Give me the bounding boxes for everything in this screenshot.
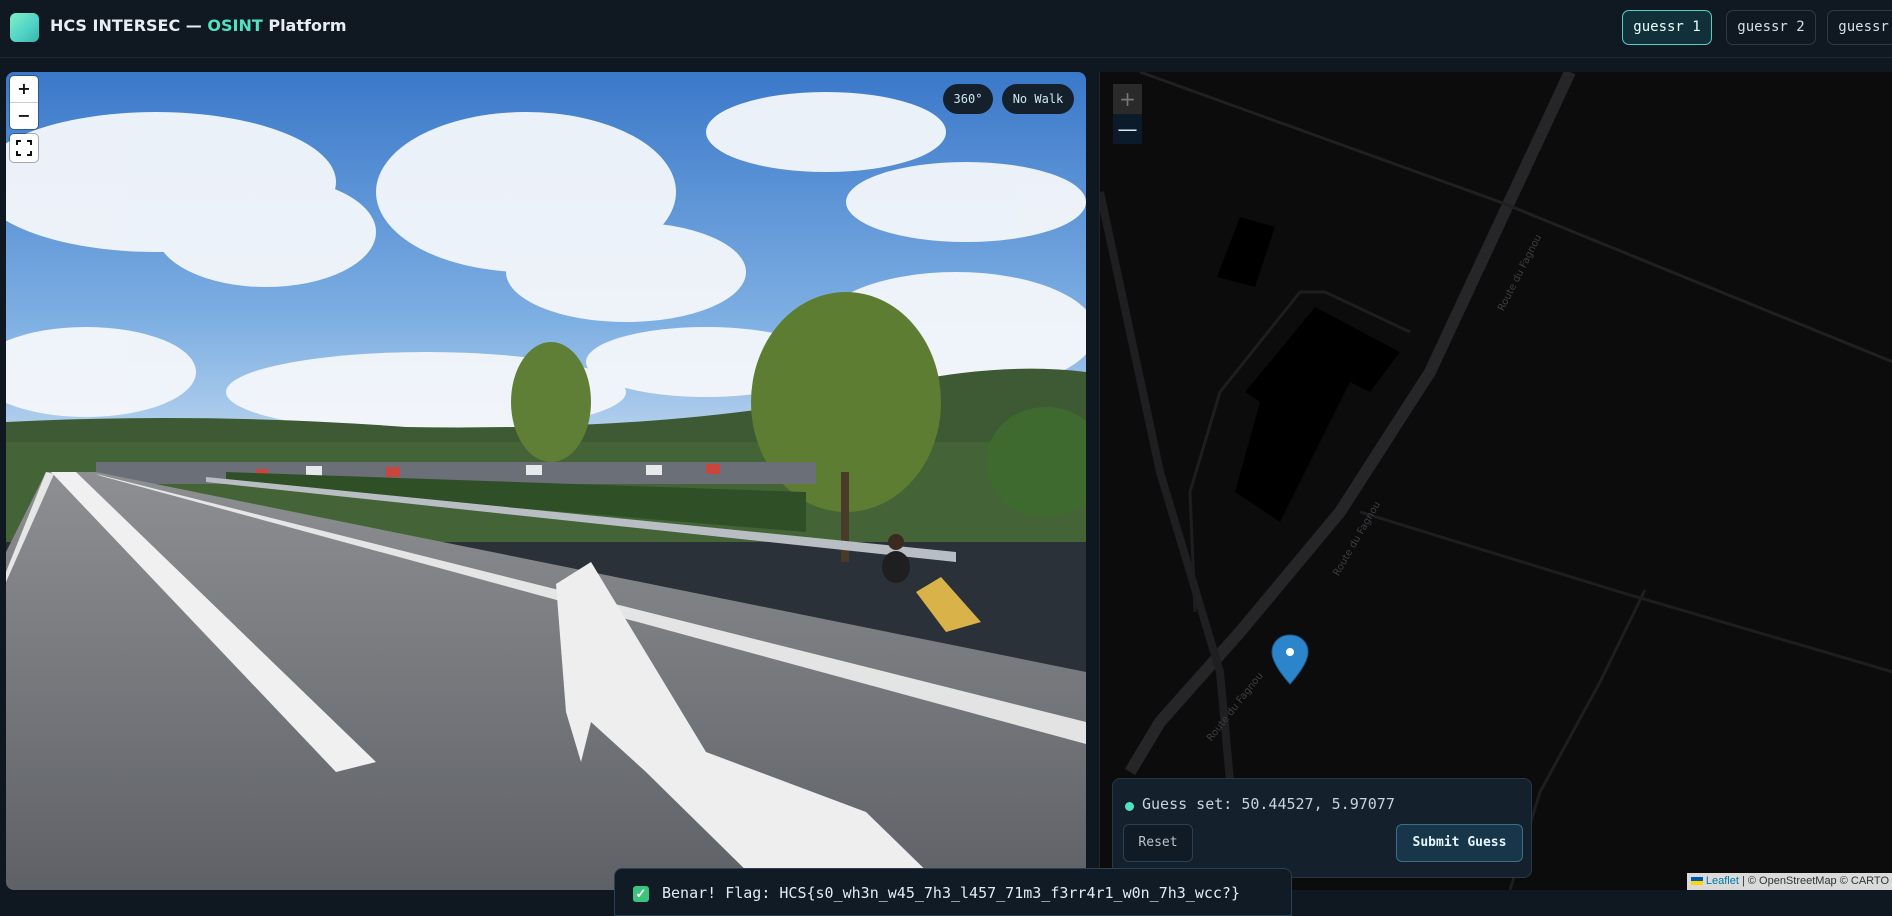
ukraine-flag-icon bbox=[1690, 877, 1703, 885]
check-icon: ✓ bbox=[633, 886, 649, 902]
brand-prefix: HCS INTERSEC — bbox=[50, 16, 208, 35]
streetview-zoom-in-button[interactable]: + bbox=[10, 76, 38, 102]
status-dot-icon bbox=[1125, 802, 1134, 811]
brand-suffix: Platform bbox=[262, 16, 347, 35]
tab-guessr-1[interactable]: guessr 1 bbox=[1622, 10, 1712, 45]
map-attribution: Leaflet | © OpenStreetMap © CARTO bbox=[1686, 873, 1892, 890]
badge-no-walk: No Walk bbox=[1002, 84, 1074, 114]
leaflet-link[interactable]: Leaflet bbox=[1706, 875, 1739, 887]
street-view-image[interactable] bbox=[6, 72, 1086, 890]
top-bar: HCS INTERSEC — OSINT Platform guessr 1 g… bbox=[0, 0, 1892, 58]
map-zoom-in-button[interactable]: + bbox=[1113, 84, 1142, 114]
tab-guessr-3[interactable]: guessr 3 bbox=[1827, 10, 1892, 45]
tab-guessr-2[interactable]: guessr 2 bbox=[1726, 10, 1816, 45]
map-zoom-out-button[interactable]: — bbox=[1113, 114, 1142, 144]
guess-status: Guess set: 50.44527, 5.97077 bbox=[1142, 795, 1395, 813]
flag-message: Benar! Flag: HCS{s0_wh3n_w45_7h3_l457_71… bbox=[662, 884, 1240, 902]
streetview-zoom-out-button[interactable]: − bbox=[10, 103, 38, 129]
reset-button[interactable]: Reset bbox=[1123, 824, 1193, 862]
fullscreen-button[interactable] bbox=[10, 134, 38, 162]
guess-panel: Guess set: 50.44527, 5.97077 Reset Submi… bbox=[1112, 778, 1532, 878]
flag-toast: ✓ Benar! Flag: HCS{s0_wh3n_w45_7h3_l457_… bbox=[614, 868, 1292, 916]
streetview-zoom-control: + − bbox=[10, 76, 38, 129]
street-view-panel[interactable]: + − 360° No Walk bbox=[6, 72, 1086, 890]
map-tiles[interactable]: Route du Fagnou Route du Fagnou Route du… bbox=[1100, 72, 1892, 890]
fullscreen-icon bbox=[16, 140, 32, 156]
map-zoom-control: + — bbox=[1113, 84, 1142, 144]
app-title: HCS INTERSEC — OSINT Platform bbox=[50, 16, 347, 35]
attribution-text: | © OpenStreetMap © CARTO bbox=[1738, 875, 1889, 887]
brand-accent: OSINT bbox=[207, 16, 263, 35]
app-logo bbox=[10, 13, 39, 42]
submit-guess-button[interactable]: Submit Guess bbox=[1396, 824, 1523, 862]
badge-360: 360° bbox=[943, 84, 993, 114]
map-panel[interactable]: Route du Fagnou Route du Fagnou Route du… bbox=[1099, 72, 1892, 890]
